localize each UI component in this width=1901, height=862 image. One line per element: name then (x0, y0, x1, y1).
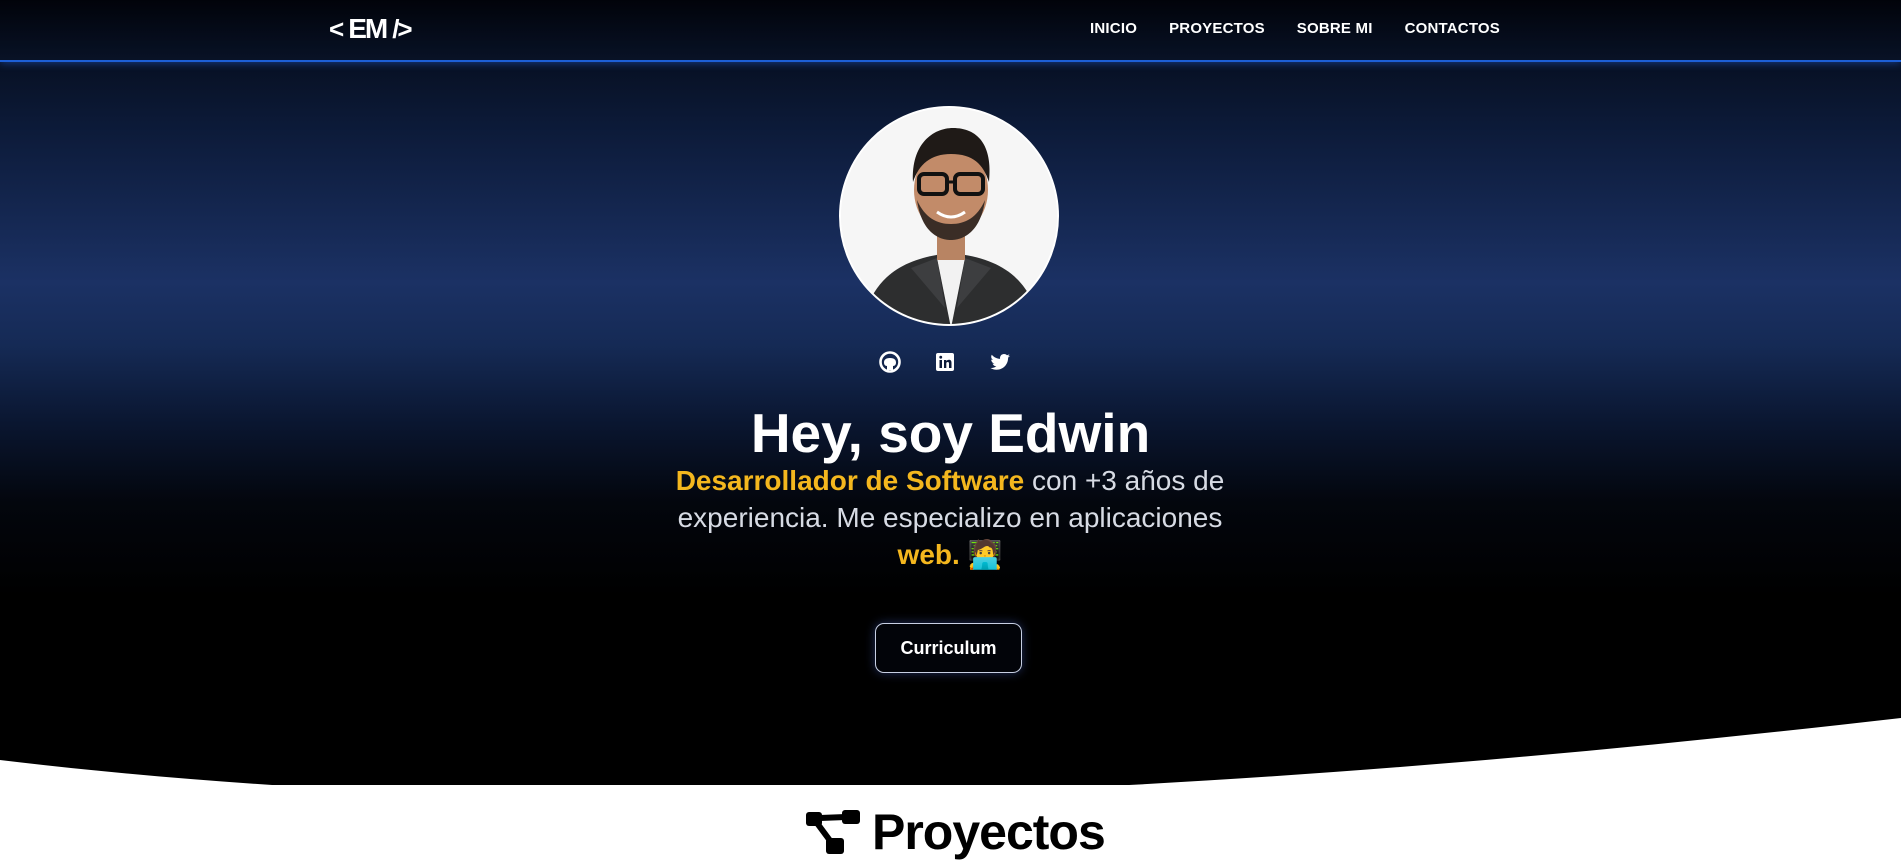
web-highlight: web. (897, 539, 960, 570)
social-links (878, 350, 1012, 374)
nav-links: INICIO PROYECTOS SOBRE MI CONTACTOS (1090, 20, 1500, 37)
avatar-portrait (841, 108, 1057, 324)
nav-link-contactos[interactable]: CONTACTOS (1405, 20, 1500, 37)
logo[interactable]: < EM /> (329, 13, 413, 45)
twitter-icon[interactable] (988, 350, 1012, 374)
projects-title-text: Proyectos (872, 804, 1106, 860)
projects-icon (806, 810, 860, 854)
hero-headline: Hey, soy Edwin (750, 402, 1151, 464)
hero-subtitle: Desarrollador de Software con +3 años de… (660, 462, 1240, 573)
nav-link-proyectos[interactable]: PROYECTOS (1169, 20, 1265, 37)
navbar: < EM /> INICIO PROYECTOS SOBRE MI CONTAC… (0, 0, 1901, 62)
projects-section-title: Proyectos (804, 803, 1106, 861)
nav-link-inicio[interactable]: INICIO (1090, 20, 1137, 37)
linkedin-icon[interactable] (933, 350, 957, 374)
github-icon[interactable] (878, 350, 902, 374)
developer-emoji-icon: 🧑‍💻 (967, 539, 1003, 570)
avatar (839, 106, 1059, 326)
curriculum-button[interactable]: Curriculum (875, 623, 1022, 673)
logo-text: EM (348, 13, 388, 44)
role-highlight: Desarrollador de Software (675, 465, 1025, 496)
nav-link-sobre-mi[interactable]: SOBRE MI (1297, 20, 1373, 37)
hero-wave-divider (0, 718, 1901, 785)
